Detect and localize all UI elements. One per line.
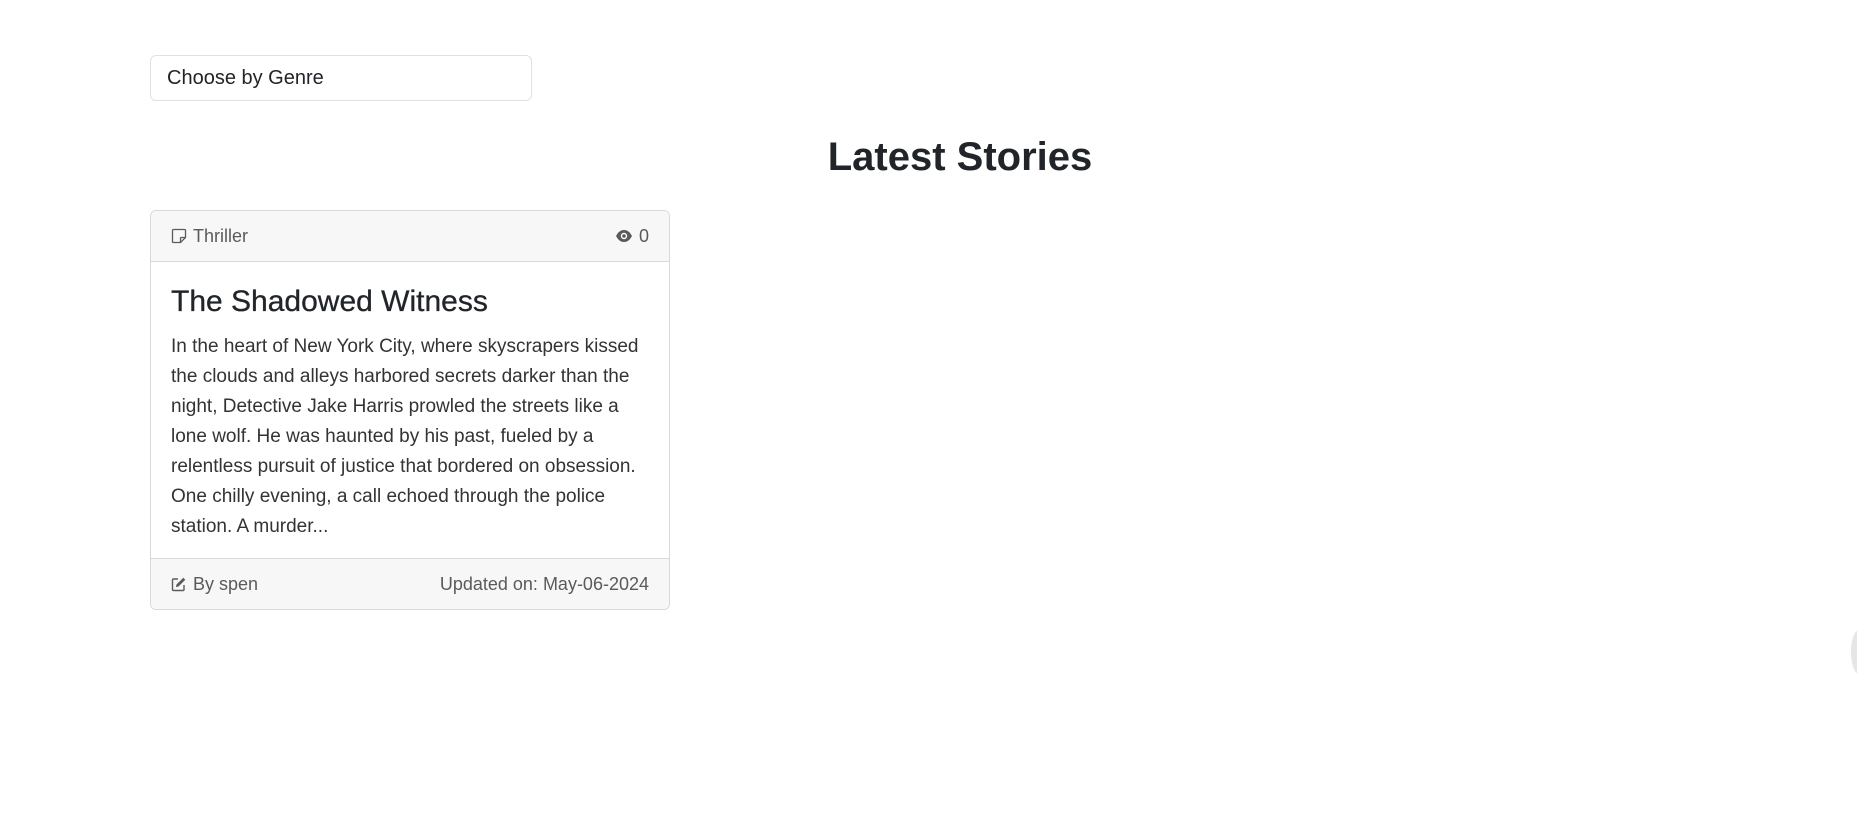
story-views: 0 xyxy=(615,226,649,247)
story-card[interactable]: Thriller 0 The Shadowed Witness In the h… xyxy=(150,210,670,610)
story-updated: Updated on: May-06-2024 xyxy=(440,574,649,595)
story-excerpt: In the heart of New York City, where sky… xyxy=(171,336,639,537)
page: Choose by Genre Latest Stories Thriller xyxy=(0,0,1857,822)
pencil-square-icon xyxy=(171,576,187,592)
story-genre: Thriller xyxy=(171,226,248,247)
eye-icon xyxy=(615,229,633,243)
genre-filter-select[interactable]: Choose by Genre xyxy=(150,55,532,101)
story-author: By spen xyxy=(171,574,258,595)
edge-widget xyxy=(1851,630,1857,674)
story-genre-label: Thriller xyxy=(193,225,249,246)
story-updated-label: Updated on: May-06-2024 xyxy=(439,573,649,594)
story-views-count: 0 xyxy=(638,225,649,246)
story-card-body: The Shadowed Witness In the heart of New… xyxy=(151,262,669,537)
story-card-footer: By spen Updated on: May-06-2024 xyxy=(151,558,669,609)
page-title: Latest Stories xyxy=(827,135,1093,179)
story-title[interactable]: The Shadowed Witness xyxy=(171,282,649,322)
story-author-label: By spen xyxy=(193,573,259,594)
genre-filter-label: Choose by Genre xyxy=(167,66,324,89)
story-card-header: Thriller 0 xyxy=(151,211,669,262)
sticky-note-icon xyxy=(171,228,187,244)
